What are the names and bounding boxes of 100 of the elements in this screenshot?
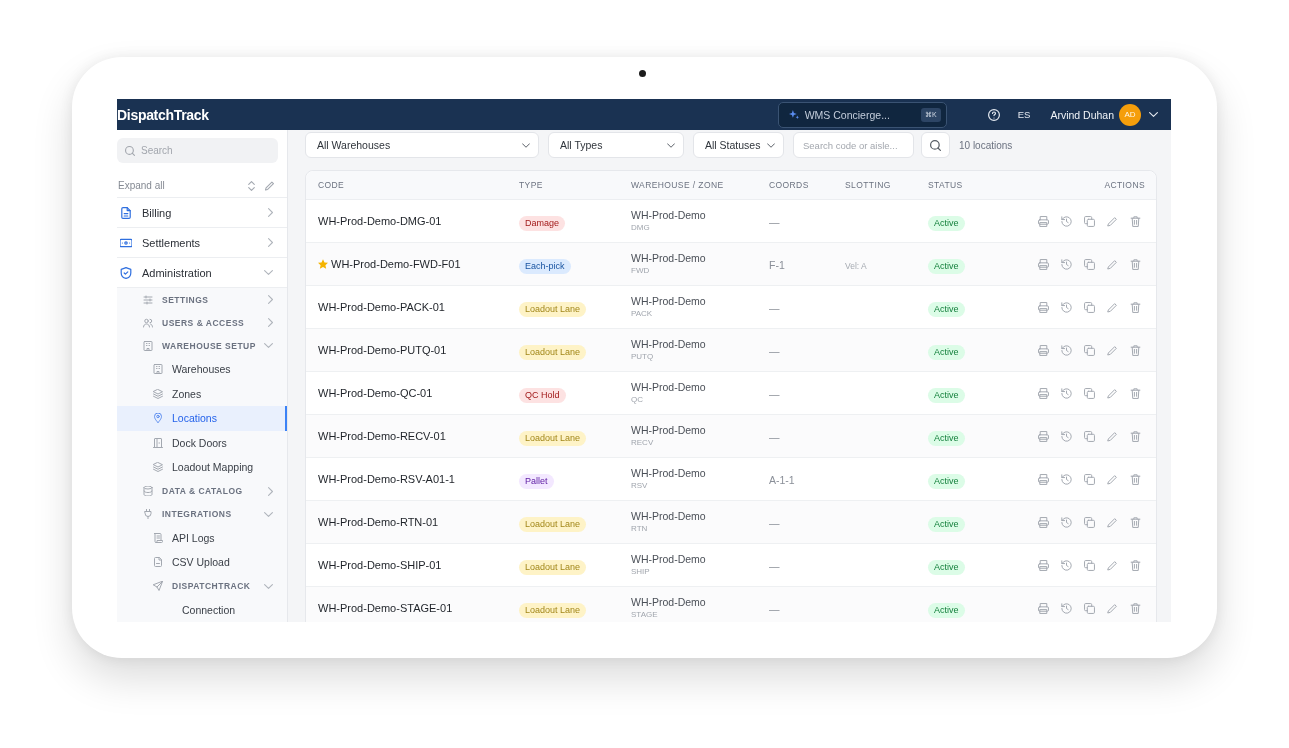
filter-dropdown[interactable]: All Warehouses <box>305 132 539 158</box>
type-tag: Loadout Lane <box>519 301 587 317</box>
chevrons-up-down-icon[interactable] <box>247 180 256 191</box>
nav-section[interactable]: DATA & CATALOG <box>117 479 287 503</box>
nav-subitem[interactable]: Locations <box>117 406 287 431</box>
coords-text: — <box>769 603 780 615</box>
printer-icon[interactable] <box>1038 559 1049 571</box>
nav-section[interactable]: WAREHOUSE SETUP <box>117 334 287 357</box>
copy-icon[interactable] <box>1084 344 1095 356</box>
pencil-icon[interactable] <box>265 180 274 191</box>
filter-dropdown[interactable]: All Statuses <box>693 132 784 158</box>
clock-arrow-icon[interactable] <box>1061 301 1072 313</box>
printer-icon[interactable] <box>1038 215 1049 227</box>
printer-icon[interactable] <box>1038 430 1049 442</box>
copy-icon[interactable] <box>1084 430 1095 442</box>
nav-section[interactable]: DISPATCHTRACK <box>117 574 287 598</box>
search-field[interactable]: Search code or aisle... <box>793 132 914 158</box>
trash-icon[interactable] <box>1130 602 1141 614</box>
pencil-icon[interactable] <box>1107 473 1118 485</box>
trash-icon[interactable] <box>1130 387 1141 399</box>
printer-icon[interactable] <box>1038 516 1049 528</box>
nav-subitem[interactable]: Loadout Mapping <box>117 455 287 480</box>
filter-dropdown[interactable]: All Types <box>548 132 684 158</box>
copy-icon[interactable] <box>1084 258 1095 270</box>
clock-arrow-icon[interactable] <box>1061 215 1072 227</box>
search-field[interactable]: Search <box>117 138 278 163</box>
copy-icon[interactable] <box>1084 215 1095 227</box>
coords-text: — <box>769 431 780 443</box>
plug-icon <box>143 509 153 519</box>
cash-icon <box>120 236 132 249</box>
pencil-icon[interactable] <box>1107 430 1118 442</box>
column-header: WAREHOUSE / ZONE <box>631 180 725 190</box>
nav-subitem[interactable]: CSV Upload <box>117 550 287 575</box>
coords-text: F-1 <box>769 259 785 271</box>
zone-code: FWD <box>631 265 650 276</box>
nav-section[interactable]: SETTINGS <box>117 288 287 311</box>
copy-icon[interactable] <box>1084 473 1095 485</box>
copy-icon[interactable] <box>1084 602 1095 614</box>
nav-section[interactable]: USERS & ACCESS <box>117 311 287 334</box>
warehouse-name: WH-Prod-Demo <box>631 209 706 222</box>
trash-icon[interactable] <box>1130 344 1141 356</box>
trash-icon[interactable] <box>1130 258 1141 270</box>
layers-icon <box>153 388 163 399</box>
pencil-icon[interactable] <box>1107 344 1118 356</box>
zone-code: QC <box>631 394 643 405</box>
search-button[interactable] <box>921 132 950 158</box>
copy-icon[interactable] <box>1084 387 1095 399</box>
expand-all-link[interactable]: Expand all <box>118 180 165 191</box>
help-icon[interactable] <box>987 108 1000 121</box>
nav-subitem[interactable]: Connection <box>117 597 287 622</box>
clock-arrow-icon[interactable] <box>1061 516 1072 528</box>
pencil-icon[interactable] <box>1107 258 1118 270</box>
status-tag: Active <box>928 215 965 231</box>
trash-icon[interactable] <box>1130 301 1141 313</box>
nav-subitem[interactable]: Dock Doors <box>117 430 287 455</box>
trash-icon[interactable] <box>1130 559 1141 571</box>
printer-icon[interactable] <box>1038 258 1049 270</box>
clock-arrow-icon[interactable] <box>1061 430 1072 442</box>
nav-subitem[interactable]: Zones <box>117 381 287 406</box>
pencil-icon[interactable] <box>1107 301 1118 313</box>
camera-icon <box>639 70 646 77</box>
copy-icon[interactable] <box>1084 516 1095 528</box>
clock-arrow-icon[interactable] <box>1061 602 1072 614</box>
map-pin-icon <box>153 413 163 424</box>
pencil-icon[interactable] <box>1107 215 1118 227</box>
clock-arrow-icon[interactable] <box>1061 559 1072 571</box>
nav-subitem[interactable]: API Logs <box>117 525 287 550</box>
pencil-icon[interactable] <box>1107 602 1118 614</box>
pencil-icon[interactable] <box>1107 559 1118 571</box>
zone-code: PUTQ <box>631 351 654 362</box>
printer-icon[interactable] <box>1038 301 1049 313</box>
trash-icon[interactable] <box>1130 473 1141 485</box>
nav-item[interactable]: Settlements <box>117 228 287 258</box>
pencil-icon[interactable] <box>1107 516 1118 528</box>
printer-icon[interactable] <box>1038 344 1049 356</box>
trash-icon[interactable] <box>1130 516 1141 528</box>
clock-arrow-icon[interactable] <box>1061 344 1072 356</box>
clock-arrow-icon[interactable] <box>1061 473 1072 485</box>
nav-subitem[interactable]: Warehouses <box>117 357 287 382</box>
warehouse-name: WH-Prod-Demo <box>631 338 706 351</box>
clock-arrow-icon[interactable] <box>1061 387 1072 399</box>
zone-code: RECV <box>631 437 654 448</box>
copy-icon[interactable] <box>1084 559 1095 571</box>
printer-icon[interactable] <box>1038 387 1049 399</box>
star-icon[interactable] <box>318 259 328 269</box>
location-code: WH-Prod-Demo-PACK-01 <box>318 301 445 313</box>
language-button[interactable]: ES <box>1017 109 1031 120</box>
printer-icon[interactable] <box>1038 602 1049 614</box>
shield-check-icon <box>120 266 132 279</box>
nav-item[interactable]: Billing <box>117 198 287 228</box>
nav-section[interactable]: INTEGRATIONS <box>117 502 287 526</box>
printer-icon[interactable] <box>1038 473 1049 485</box>
type-tag: Loadout Lane <box>519 344 587 360</box>
chevron-down-icon[interactable] <box>1149 112 1158 117</box>
trash-icon[interactable] <box>1130 430 1141 442</box>
trash-icon[interactable] <box>1130 215 1141 227</box>
clock-arrow-icon[interactable] <box>1061 258 1072 270</box>
pencil-icon[interactable] <box>1107 387 1118 399</box>
copy-icon[interactable] <box>1084 301 1095 313</box>
user-name[interactable]: Arvind Duhan <box>1050 108 1114 121</box>
